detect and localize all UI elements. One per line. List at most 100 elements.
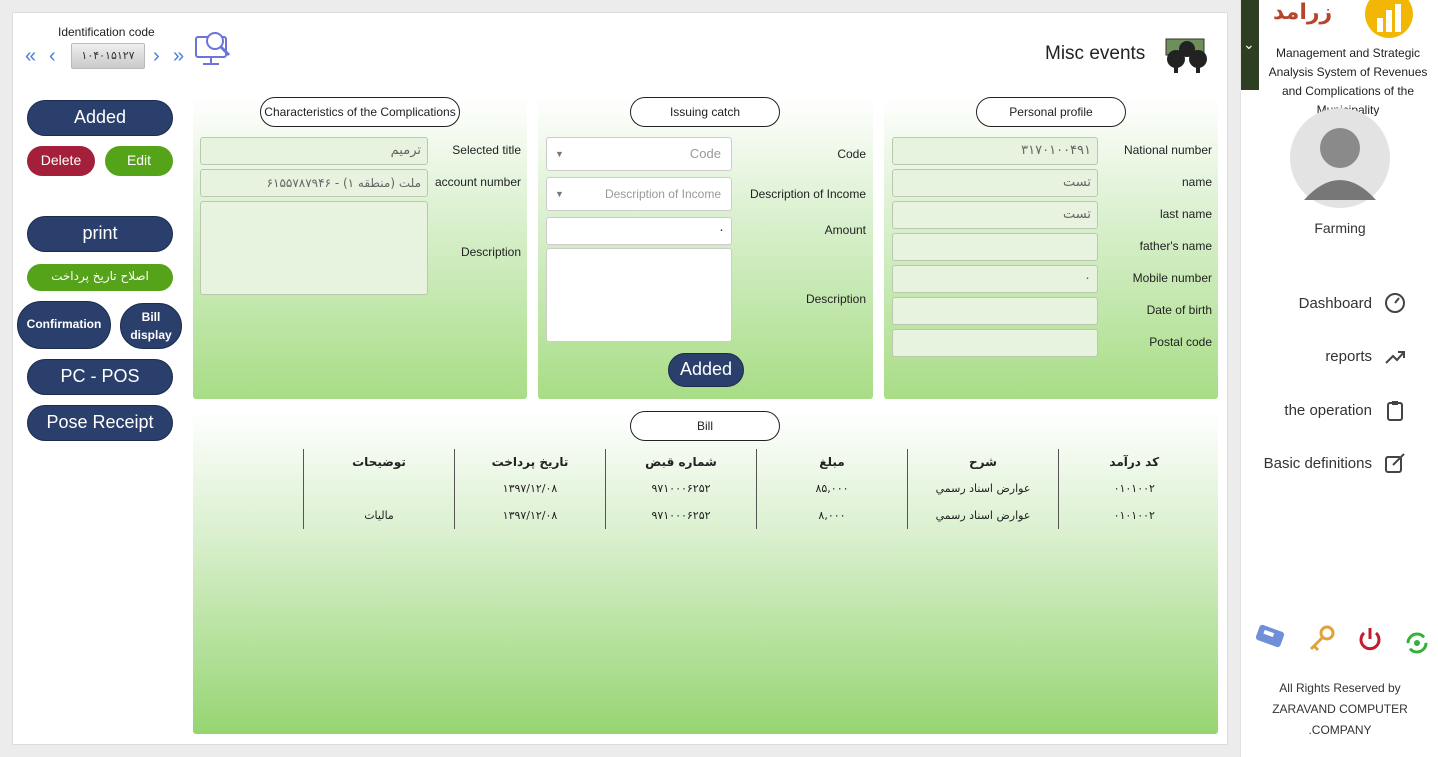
bill-cell: ۰۱۰۱۰۰۲ — [1058, 475, 1210, 502]
profile-field-3[interactable] — [892, 233, 1098, 261]
issuing-added-button[interactable]: Added — [668, 353, 744, 387]
pc-pos-button[interactable]: PC - POS — [27, 359, 173, 395]
pose-receipt-button[interactable]: Pose Receipt — [27, 405, 173, 441]
trending-up-icon — [1385, 351, 1405, 364]
bill-panel-title: Bill — [630, 411, 780, 441]
bill-cell: ماليات — [303, 502, 455, 529]
profile-label-0: National number — [1123, 143, 1212, 157]
bill-cell: ۹۷۱۰۰۰۶۲۵۲ — [605, 475, 757, 502]
complications-panel: Characteristics of the Complications Sel… — [193, 97, 527, 399]
edit-icon — [1385, 453, 1405, 473]
misc-events-icon — [1165, 38, 1207, 73]
bill-header-cell: شرح — [907, 449, 1059, 475]
profile-label-5: Date of birth — [1146, 303, 1212, 317]
menu-dashboard-label: Dashboard — [1298, 294, 1372, 312]
menu-dashboard[interactable]: Dashboard — [1299, 292, 1406, 314]
profile-field-2[interactable]: تست — [892, 201, 1098, 229]
bill-header-cell: کد درآمد — [1058, 449, 1210, 475]
amount-field[interactable]: ۰ — [546, 217, 732, 245]
menu-reports[interactable]: reports — [1325, 345, 1406, 367]
bill-cell: ۰۱۰۱۰۰۲ — [1058, 502, 1210, 529]
table-row[interactable]: ۰۱۰۱۰۰۲ عوارض اسناد رسمي ۸۵,۰۰۰ ۹۷۱۰۰۰۶۲۵۲ ۱… — [303, 475, 1210, 502]
bill-display-button[interactable]: Bill display — [120, 303, 182, 349]
search-record-icon[interactable] — [193, 29, 233, 69]
bill-cell: ۸۵,۰۰۰ — [756, 475, 908, 502]
print-button[interactable]: print — [27, 216, 173, 252]
footer-line-1: All Rights Reserved by — [1279, 681, 1401, 695]
confirmation-button[interactable]: Confirmation — [17, 301, 111, 349]
menu-operation[interactable]: the operation — [1284, 399, 1406, 421]
chevron-down-icon: ▼ — [555, 149, 564, 159]
footer-line-2: ZARAVAND COMPUTER — [1272, 702, 1408, 716]
profile-field-5[interactable] — [892, 297, 1098, 325]
issuing-description-field[interactable] — [546, 248, 732, 342]
key-icon[interactable] — [1307, 624, 1337, 654]
fix-payment-date-button[interactable]: اصلاح تاریخ پرداخت — [27, 264, 173, 291]
previous-record-icon[interactable]: ‹ — [49, 44, 56, 68]
first-record-icon[interactable]: « — [25, 44, 36, 68]
code-label: Code — [837, 147, 866, 161]
menu-basic-definitions-label: Basic definitions — [1263, 454, 1372, 472]
refresh-icon[interactable] — [1403, 629, 1431, 657]
amount-label: Amount — [824, 223, 866, 237]
complications-description-field[interactable] — [200, 201, 428, 295]
profile-field-4[interactable]: ۰ — [892, 265, 1098, 293]
bill-display-label-2: display — [130, 328, 172, 342]
menu-basic-definitions[interactable]: Basic definitions — [1264, 452, 1406, 474]
profile-label-6: Postal code — [1149, 335, 1212, 349]
profile-label-1: name — [1181, 175, 1212, 189]
bill-header-cell: مبلغ — [756, 449, 908, 475]
profile-field-6[interactable] — [892, 329, 1098, 357]
menu-operation-label: the operation — [1284, 401, 1372, 419]
bill-table: کد درآمد شرح مبلغ شماره قبض تاریخ پرداخت توضی… — [303, 449, 1210, 529]
clipboard-icon — [1387, 401, 1403, 421]
issuing-description-label: Description — [805, 292, 866, 306]
last-record-icon[interactable]: » — [173, 44, 184, 68]
profile-field-0[interactable]: ۳۱۷۰۱۰۰۴۹۱ — [892, 137, 1098, 165]
chevron-down-icon[interactable]: ⌄ — [1243, 36, 1255, 53]
bill-display-label-1: Bill — [141, 310, 161, 324]
bill-cell: ۱۳۹۷/۱۲/۰۸ — [454, 475, 606, 502]
identification-code-value: ۱۰۴۰۱۵۱۲۷ — [71, 43, 145, 69]
main-content: Identification code « ‹ ۱۰۴۰۱۵۱۲۷ › » Mi… — [12, 12, 1228, 745]
bill-header-cell: تاریخ پرداخت — [454, 449, 606, 475]
system-title: Management and Strategic Analysis System… — [1268, 46, 1428, 116]
footer-line-3: .COMPANY — [1308, 723, 1372, 737]
delete-button[interactable]: Delete — [27, 146, 95, 176]
account-number-field[interactable]: ملت (منطقه ۱) - ۶۱۵۵۷۸۷۹۴۶ — [200, 169, 428, 197]
profile-label-3: father's name — [1139, 239, 1212, 253]
code-select[interactable]: ▼ Code — [546, 137, 732, 171]
table-row[interactable]: ۰۱۰۱۰۰۲ عوارض اسناد رسمي ۸,۰۰۰ ۹۷۱۰۰۰۶۲۵۲ ۱۳… — [303, 502, 1210, 529]
profile-field-1[interactable]: تست — [892, 169, 1098, 197]
edit-button[interactable]: Edit — [105, 146, 173, 176]
pos-device-icon[interactable] — [1253, 624, 1287, 652]
logo-icon — [1365, 0, 1413, 38]
identification-code-label: Identification code — [58, 25, 155, 39]
code-select-value: Code — [689, 146, 721, 161]
next-record-icon[interactable]: › — [153, 44, 160, 68]
avatar[interactable] — [1290, 108, 1390, 208]
bill-cell: عوارض اسناد رسمي — [907, 475, 1059, 502]
bill-cell: ۱۳۹۷/۱۲/۰۸ — [454, 502, 606, 529]
selected-title-field[interactable]: ترمیم — [200, 137, 428, 165]
bill-header-cell: شماره قبض — [605, 449, 757, 475]
page-title: Misc events — [1045, 43, 1146, 64]
complications-panel-title: Characteristics of the Complications — [260, 97, 460, 127]
bill-cell: ۹۷۱۰۰۰۶۲۵۲ — [605, 502, 757, 529]
bill-cell: عوارض اسناد رسمي — [907, 502, 1059, 529]
income-description-select[interactable]: ▼ Description of Income — [546, 177, 732, 211]
added-button[interactable]: Added — [27, 100, 173, 136]
profile-label-4: Mobile number — [1132, 271, 1212, 285]
selected-title-label: Selected title — [452, 143, 521, 157]
logo-text: زرامد — [1273, 0, 1333, 25]
bill-cell — [303, 475, 455, 502]
chevron-down-icon: ▼ — [555, 189, 564, 199]
issuing-catch-panel-title: Issuing catch — [630, 97, 780, 127]
income-description-label: Description of Income — [749, 187, 866, 201]
account-number-label: account number — [434, 175, 521, 189]
bill-panel: Bill کد درآمد شرح مبلغ شماره قبض تاریخ پرداخ… — [193, 411, 1218, 734]
complications-description-label: Description — [460, 245, 521, 259]
power-icon[interactable] — [1357, 626, 1383, 652]
bill-cell: ۸,۰۰۰ — [756, 502, 908, 529]
sidebar-collapse-strip[interactable]: ⌄ — [1241, 0, 1259, 90]
